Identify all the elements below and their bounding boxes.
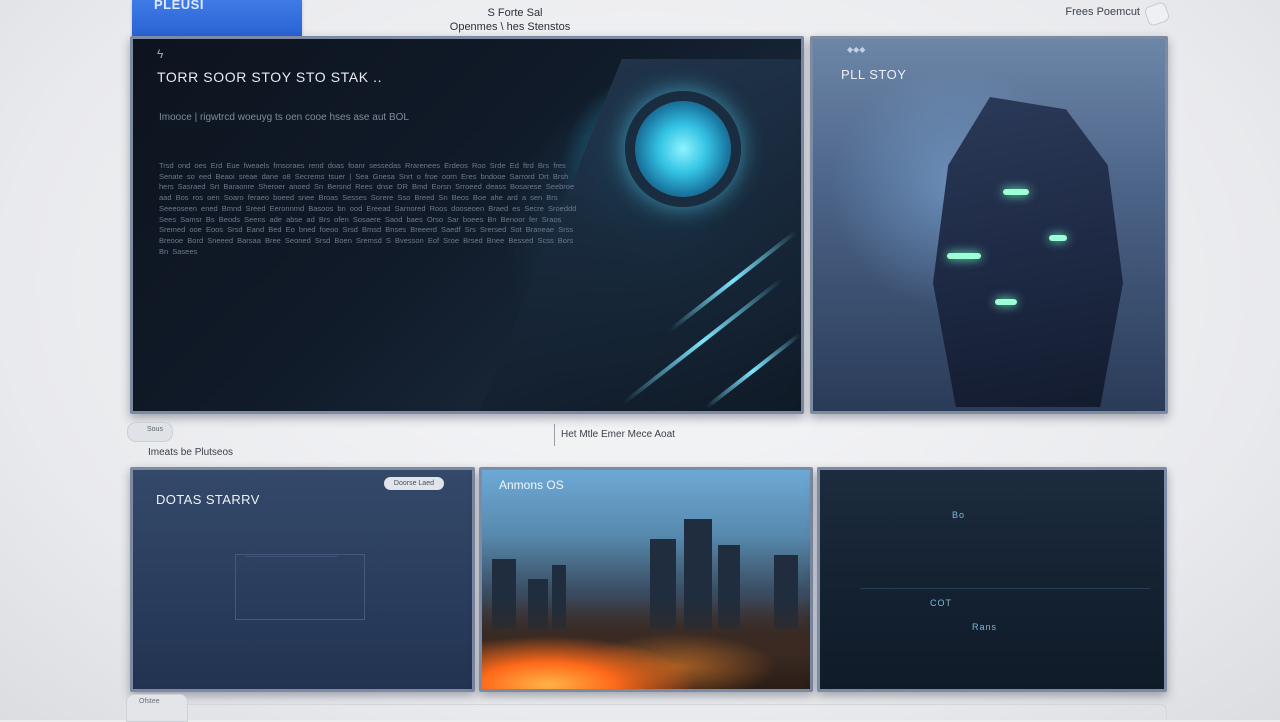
tag-icon: ◆◆◆ [847,45,866,54]
divider-line [860,588,1150,589]
side-panel-title: PLL STOY [841,67,907,82]
section-caption: Imeats be Plutseos [148,447,234,458]
wireframe-box [235,554,365,620]
bolt-icon: ϟ [157,47,164,61]
center-link[interactable]: Het Mtle Emer Mece Aoat [554,424,675,446]
side-panel[interactable]: ◆◆◆ PLL STOY [810,36,1168,414]
card-city[interactable]: Anmons OS [479,467,813,692]
robot-light [1049,235,1067,241]
hero-body-text: Trsd ond oes Erd Eue fweaels frnsoraes r… [159,161,577,256]
brand-tab[interactable]: PLEUSI [132,0,302,36]
robot-light [1003,189,1029,195]
data-glyph: Rans [972,622,998,632]
data-glyph: COT [930,598,952,608]
header-center: S Forte Sal Openmes \ hes Stenstos [420,6,600,34]
data-glyph: Bo [952,510,966,520]
robot-light [947,253,981,259]
hero-title: TORR SOOR STOY STO STAK .. [157,69,383,85]
footer-tab-label: Ofstee [139,698,160,705]
footer-bar [186,704,1167,719]
header-center-line2[interactable]: Openmes \ hes Stenstos [420,20,600,34]
mech-core-glow [625,91,741,207]
card-starrv[interactable]: DOTAS STARRV Doorse Laed [130,467,475,692]
toggle-chip-label: Sous [147,426,163,433]
robot-artwork [933,97,1123,407]
card-title: DOTAS STARRV [156,492,260,507]
header-right-link[interactable]: Frees Poemcut [1065,6,1140,18]
card-data[interactable]: Bo COT Rans [817,467,1167,692]
hero-subtitle: Imooce | rigwtrcd woeuyg ts oen cooe hse… [159,112,409,123]
fire-glow [482,599,810,689]
hero-panel[interactable]: ϟ TORR SOOR STOY STO STAK .. Imooce | ri… [130,36,804,414]
brand-label: PLEUSI [154,0,204,12]
header-center-line1: S Forte Sal [487,7,543,19]
robot-light [995,299,1017,305]
card-title: Anmons OS [499,478,564,492]
card-pill-button[interactable]: Doorse Laed [383,477,444,490]
